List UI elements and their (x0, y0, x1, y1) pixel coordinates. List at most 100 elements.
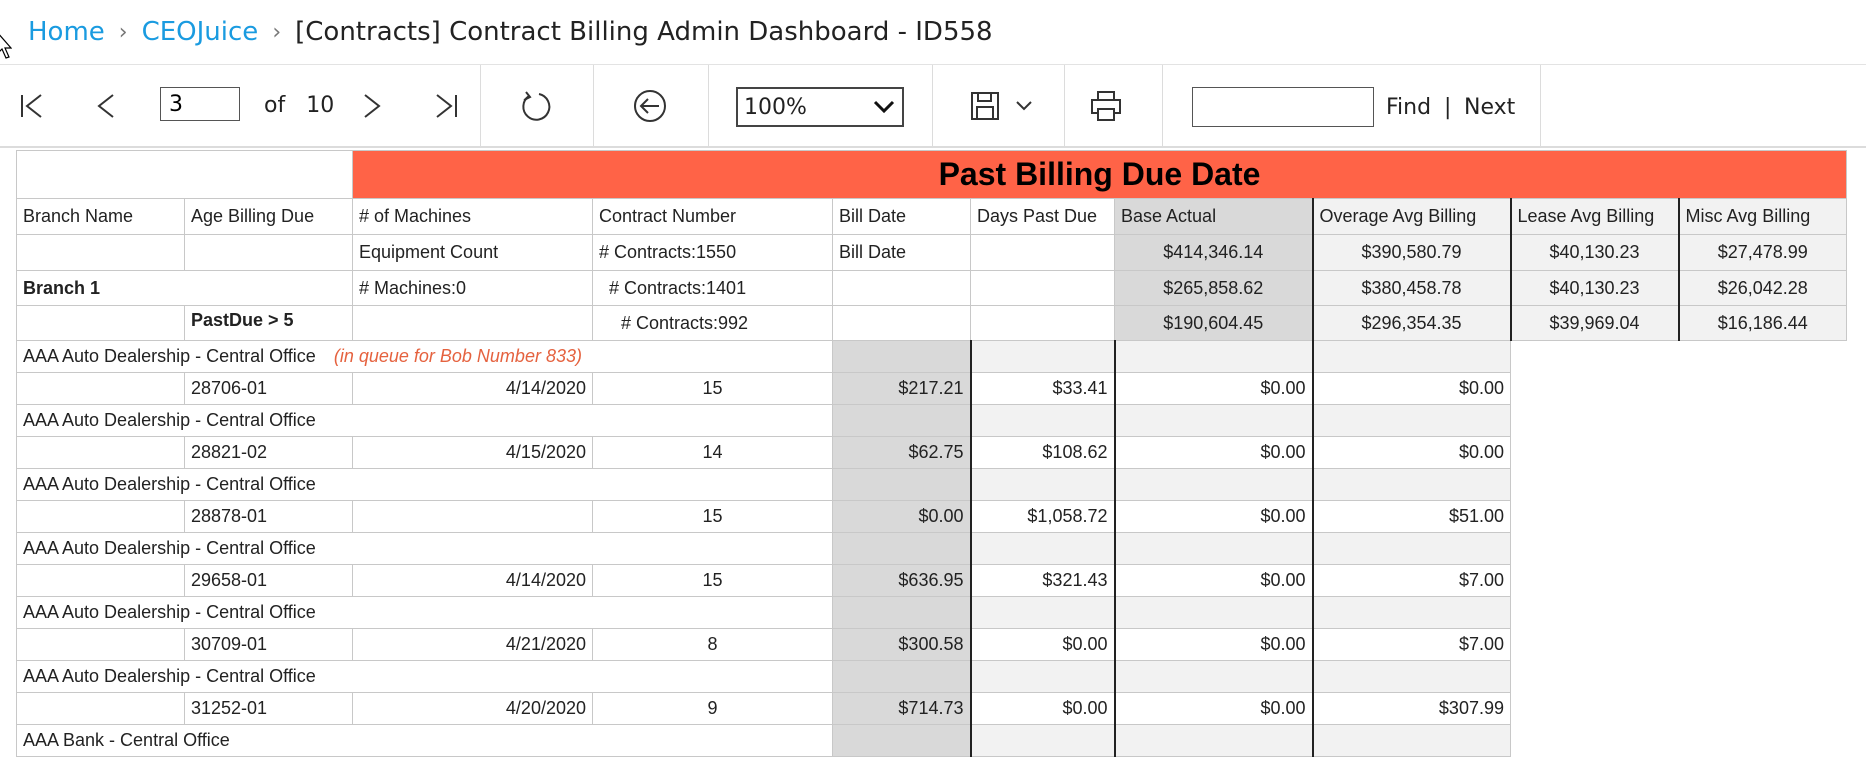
days-past-due: 15 (592, 500, 833, 533)
overage-avg: $1,058.72 (969, 500, 1115, 533)
breadcrumb-home-link[interactable]: Home (28, 17, 105, 47)
column-header: Lease Avg Billing (1509, 198, 1679, 235)
branch-lease: $40,130.23 (1509, 270, 1679, 306)
find-input[interactable] (1192, 87, 1374, 127)
chevron-right-icon: › (118, 19, 128, 45)
customer-label: AAA Auto Dealership - Central Office (23, 474, 316, 494)
export-button[interactable] (962, 65, 1042, 146)
breadcrumb-ceojuice-link[interactable]: CEOJuice (142, 17, 259, 47)
customer-name[interactable]: AAA Auto Dealership - Central Office (in … (16, 340, 833, 373)
contract-number[interactable]: 28878-01 (184, 500, 353, 533)
customer-label: AAA Auto Dealership - Central Office (23, 346, 316, 366)
find-next-button[interactable]: Next (1464, 95, 1515, 120)
customer-name[interactable]: AAA Auto Dealership - Central Office (16, 532, 833, 565)
customer-name[interactable]: AAA Bank - Central Office (16, 724, 833, 757)
bill-date: 4/14/2020 (352, 564, 593, 597)
toolbar-divider (1540, 65, 1541, 146)
days-past-due: 8 (592, 628, 833, 661)
base-actual: $62.75 (832, 436, 971, 469)
branch-misc: $26,042.28 (1677, 270, 1847, 306)
chevron-right-icon (364, 93, 381, 118)
customer-row: AAA Auto Dealership - Central Office (in … (16, 340, 1847, 373)
zoom-value: 100% (744, 94, 807, 120)
header-row: Branch Name Age Billing Due # of Machine… (16, 198, 1847, 235)
equipment-count: Equipment Count (352, 234, 593, 271)
lease-avg: $0.00 (1113, 692, 1313, 725)
days-past-due: 9 (592, 692, 833, 725)
base-total: $414,346.14 (1114, 234, 1313, 271)
contract-number[interactable]: 28706-01 (184, 372, 353, 405)
customer-row: AAA Auto Dealership - Central Office (16, 596, 1847, 629)
page-title: [Contracts] Contract Billing Admin Dashb… (295, 17, 993, 47)
contract-row: 28706-01 4/14/2020 15 $217.21 $33.41 $0.00 $0.… (16, 372, 1847, 405)
days-past-due: 14 (592, 436, 833, 469)
find-button[interactable]: Find (1386, 95, 1431, 120)
toolbar-divider (480, 65, 481, 146)
report-title: Past Billing Due Date (352, 150, 1847, 199)
contract-row: 28821-02 4/15/2020 14 $62.75 $108.62 $0.00 $0.… (16, 436, 1847, 469)
print-button[interactable] (1084, 65, 1128, 146)
column-header: Branch Name (16, 198, 185, 235)
back-arrow-icon (634, 89, 666, 122)
bill-date: 4/21/2020 (352, 628, 593, 661)
refresh-button[interactable] (514, 65, 558, 146)
overage-avg: $108.62 (969, 436, 1115, 469)
customer-label: AAA Auto Dealership - Central Office (23, 410, 316, 430)
breadcrumb: Home › CEOJuice › [Contracts] Contract B… (0, 0, 1866, 65)
chevron-down-icon (873, 100, 895, 114)
branch-name: Branch 1 (16, 270, 353, 306)
column-header: Base Actual (1114, 198, 1313, 235)
customer-row: AAA Auto Dealership - Central Office (16, 532, 1847, 565)
contract-row: 28878-01 15 $0.00 $1,058.72 $0.00 $51.00 (16, 500, 1847, 533)
column-header: Bill Date (832, 198, 971, 235)
contract-row: 30709-01 4/21/2020 8 $300.58 $0.00 $0.00 $7.00 (16, 628, 1847, 661)
age-group-row: PastDue > 5 # Contracts:992 $190,604.45 … (16, 305, 1847, 341)
contract-number[interactable]: 28821-02 (184, 436, 353, 469)
previous-page-button[interactable] (84, 65, 128, 146)
branch-row: Branch 1 # Machines:0 # Contracts:1401 $… (16, 270, 1847, 306)
next-page-button[interactable] (350, 65, 394, 146)
lease-avg: $0.00 (1113, 436, 1313, 469)
base-actual: $636.95 (832, 564, 971, 597)
overage-avg: $33.41 (969, 372, 1115, 405)
page-count: of 10 (264, 93, 334, 118)
back-to-parent-button[interactable] (628, 65, 672, 146)
customer-name[interactable]: AAA Auto Dealership - Central Office (16, 404, 833, 437)
branch-overage: $380,458.78 (1311, 270, 1511, 306)
overage-avg: $0.00 (969, 628, 1115, 661)
base-actual: $0.00 (832, 500, 971, 533)
toolbar-divider (1162, 65, 1163, 146)
lease-avg: $0.00 (1113, 564, 1313, 597)
misc-avg: $7.00 (1311, 628, 1511, 661)
chevron-left-icon (97, 93, 114, 118)
customer-label: AAA Auto Dealership - Central Office (23, 602, 316, 622)
first-page-button[interactable] (10, 65, 54, 146)
refresh-icon (522, 90, 551, 121)
customer-row: AAA Bank - Central Office (16, 724, 1847, 757)
contract-number[interactable]: 30709-01 (184, 628, 353, 661)
age-group-base: $190,604.45 (1114, 305, 1313, 341)
contracts-count: # Contracts:1550 (592, 234, 833, 271)
bill-date: 4/15/2020 (352, 436, 593, 469)
days-past-due: 15 (592, 564, 833, 597)
misc-avg: $307.99 (1311, 692, 1511, 725)
zoom-select[interactable]: 100% (736, 87, 904, 127)
contract-number[interactable]: 29658-01 (184, 564, 353, 597)
find-separator: | (1444, 95, 1452, 120)
contract-number[interactable]: 31252-01 (184, 692, 353, 725)
age-group-contracts: # Contracts:992 (592, 305, 833, 341)
misc-avg: $7.00 (1311, 564, 1511, 597)
column-header: Age Billing Due (184, 198, 353, 235)
first-page-icon (21, 93, 42, 118)
overage-avg: $321.43 (969, 564, 1115, 597)
total-pages: 10 (306, 93, 335, 118)
customer-name[interactable]: AAA Auto Dealership - Central Office (16, 660, 833, 693)
misc-avg: $0.00 (1311, 436, 1511, 469)
mouse-cursor-icon (0, 34, 12, 59)
customer-name[interactable]: AAA Auto Dealership - Central Office (16, 596, 833, 629)
page-number-input[interactable] (160, 87, 240, 121)
age-group-overage: $296,354.35 (1311, 305, 1511, 341)
branch-contracts: # Contracts:1401 (592, 270, 833, 306)
customer-name[interactable]: AAA Auto Dealership - Central Office (16, 468, 833, 501)
last-page-button[interactable] (424, 65, 468, 146)
